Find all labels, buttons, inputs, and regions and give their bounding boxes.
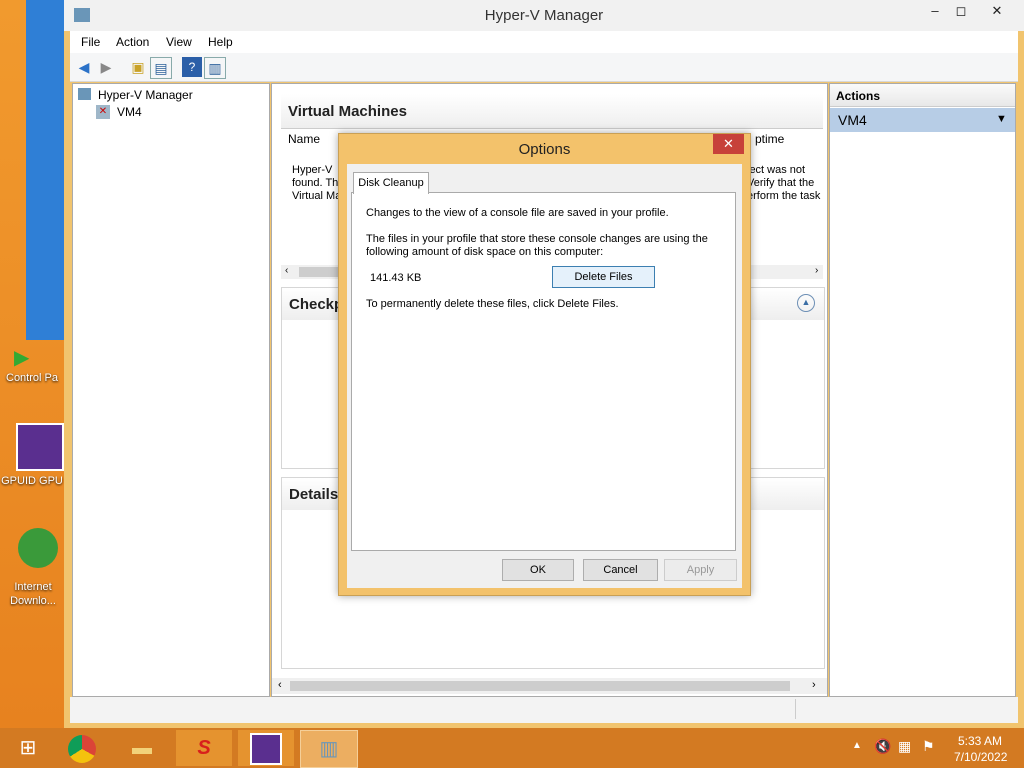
help-icon[interactable]: ?	[182, 57, 202, 77]
network-icon[interactable]: ▦	[898, 738, 911, 755]
disk-usage-text-2: following amount of disk space on this c…	[366, 246, 604, 258]
show-hidden-icons-icon[interactable]: ▲	[852, 740, 862, 751]
desktop-wallpaper-game-art	[26, 0, 64, 340]
menu-view[interactable]: View	[166, 35, 192, 49]
dialog-close-button[interactable]: ✕	[713, 134, 744, 154]
dialog-title: Options	[518, 141, 571, 158]
error-line: Verify that the	[747, 177, 815, 189]
tree-root-item[interactable]: Hyper-V Manager	[98, 88, 193, 102]
hyperv-manager-icon	[78, 88, 91, 100]
disk-usage-text-1: The files in your profile that store the…	[366, 233, 708, 245]
column-uptime[interactable]: ptime	[755, 132, 784, 146]
collapse-icon[interactable]: ▲	[797, 294, 815, 312]
desktop-icon-label: Control Pa	[6, 372, 58, 384]
dialog-body: Disk Cleanup Changes to the view of a co…	[347, 164, 742, 588]
taskbar: ⊞ ▬ S ▥ ▲ 🔇 ▦ ⚑ 5:33 AM 7/10/2022	[0, 728, 1024, 768]
status-bar-divider	[795, 699, 796, 719]
forward-arrow-icon[interactable]: ▶	[96, 57, 116, 77]
error-line: Hyper-V	[292, 164, 333, 176]
internet-download-icon[interactable]	[18, 528, 58, 568]
delete-files-button[interactable]: Delete Files	[552, 266, 655, 288]
options-dialog: Options ✕ Disk Cleanup Changes to the vi…	[338, 133, 751, 596]
toolbar: ◀ ▶ ▣ ▤ ? ▥	[70, 53, 1018, 82]
menu-file[interactable]: File	[81, 35, 100, 49]
actions-vm4-item[interactable]: VM4 ▼	[830, 108, 1015, 132]
app-s-icon[interactable]: S	[176, 730, 232, 766]
profile-info-text: Changes to the view of a console file ar…	[366, 207, 669, 219]
scroll-left-icon[interactable]: ‹	[285, 265, 288, 276]
clock-time[interactable]: 5:33 AM	[958, 734, 1002, 748]
dropdown-arrow-icon[interactable]: ▼	[996, 113, 1007, 125]
menu-bar: File Action View Help	[70, 31, 1018, 53]
gpuid-icon[interactable]	[16, 423, 64, 471]
volume-muted-icon[interactable]: 🔇	[874, 738, 891, 755]
hyperv-taskbar-icon[interactable]: ▥	[300, 730, 358, 768]
show-hide-tree-icon[interactable]: ▤	[150, 57, 172, 79]
column-name[interactable]: Name	[288, 132, 320, 146]
scroll-right-icon[interactable]: ›	[815, 265, 818, 276]
chrome-icon[interactable]	[54, 730, 110, 766]
server-error-icon: ✕	[96, 105, 110, 119]
actions-vm4-label: VM4	[838, 112, 867, 128]
desktop-icon-label: Internet Downlo...	[10, 581, 56, 607]
windows-start-icon[interactable]: ⊞	[0, 730, 56, 766]
ok-button[interactable]: OK	[502, 559, 574, 581]
virtual-machines-header: Virtual Machines	[288, 103, 407, 120]
scroll-left-icon[interactable]: ‹	[278, 679, 282, 691]
error-text-left: Hyper-V found. Th Virtual Ma	[292, 164, 342, 203]
scroll-thumb[interactable]	[290, 681, 790, 691]
file-explorer-icon[interactable]: ▬	[114, 730, 170, 766]
center-horizontal-scrollbar[interactable]: ‹ ›	[272, 678, 827, 694]
actions-header: Actions	[836, 89, 881, 103]
show-hide-action-pane-icon[interactable]: ▥	[204, 57, 226, 79]
checkpoints-header: Checkp	[289, 296, 344, 313]
disk-cleanup-panel: Changes to the view of a console file ar…	[351, 192, 736, 551]
control-panel-icon[interactable]: ▶	[14, 345, 64, 373]
cancel-button[interactable]: Cancel	[583, 559, 658, 581]
error-line: found. Th	[292, 177, 339, 189]
details-header: Details	[289, 486, 339, 503]
clock-date[interactable]: 7/10/2022	[954, 750, 1007, 764]
navigation-tree: Hyper-V Manager ✕ VM4	[72, 83, 270, 697]
gpuid-taskbar-icon[interactable]	[238, 730, 294, 766]
scroll-right-icon[interactable]: ›	[812, 679, 816, 691]
status-bar	[70, 697, 1018, 723]
delete-instructions-text: To permanently delete these files, click…	[366, 298, 619, 310]
scroll-thumb[interactable]	[299, 267, 339, 277]
disk-size-value: 141.43 KB	[370, 272, 422, 284]
menu-help[interactable]: Help	[208, 35, 233, 49]
window-title: Hyper-V Manager	[484, 7, 604, 24]
actions-pane: Actions VM4 ▼	[829, 83, 1016, 697]
tab-disk-cleanup[interactable]: Disk Cleanup	[353, 172, 429, 194]
title-bar: Hyper-V Manager – ◻ ✕	[64, 0, 1024, 31]
close-button[interactable]: ✕	[982, 0, 1012, 22]
back-arrow-icon[interactable]: ◀	[74, 57, 94, 77]
tree-vm4-item[interactable]: VM4	[117, 105, 142, 119]
error-line: erform the task	[747, 190, 821, 202]
error-text-right: ject was not Verify that the erform the …	[747, 164, 827, 203]
action-center-icon[interactable]: ⚑	[922, 738, 935, 755]
apply-button[interactable]: Apply	[664, 559, 737, 581]
desktop-icon-label: GPUID GPU	[1, 475, 63, 487]
menu-action[interactable]: Action	[116, 35, 149, 49]
error-line: ject was not	[747, 164, 806, 176]
maximize-button[interactable]: ◻	[946, 0, 976, 22]
error-line: Virtual Ma	[292, 190, 342, 202]
folder-up-icon[interactable]: ▣	[128, 57, 148, 77]
